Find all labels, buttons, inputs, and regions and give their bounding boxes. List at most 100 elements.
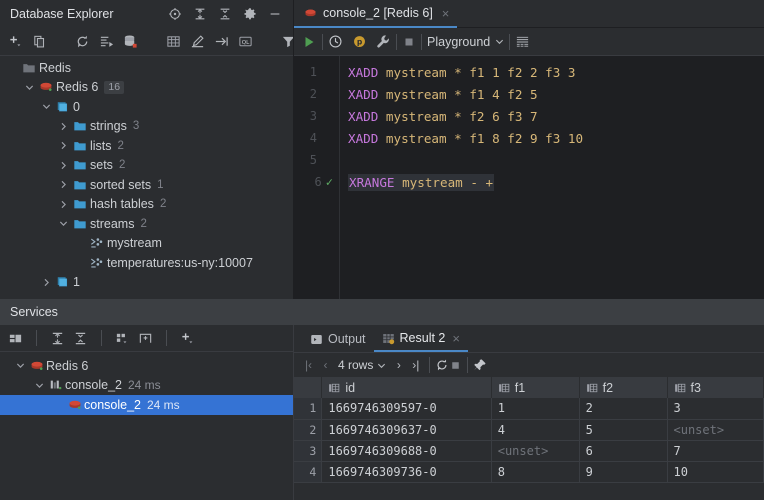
tree-item-strings[interactable]: strings3 bbox=[0, 117, 293, 137]
data-source-properties-icon[interactable] bbox=[123, 34, 138, 49]
tree-expand-arrow[interactable] bbox=[57, 141, 70, 150]
refresh-icon[interactable] bbox=[435, 358, 449, 372]
collapse-all-icon[interactable] bbox=[218, 7, 232, 21]
column-header-f1[interactable]: f1 bbox=[491, 377, 579, 398]
output-grid-icon[interactable] bbox=[515, 34, 530, 49]
cell-f1[interactable]: <unset> bbox=[491, 440, 579, 461]
cell-id[interactable]: 1669746309597-0 bbox=[322, 398, 491, 419]
cell-f2[interactable]: 9 bbox=[579, 461, 667, 482]
history-icon[interactable] bbox=[328, 34, 343, 49]
tree-expand-arrow[interactable] bbox=[23, 83, 36, 92]
code-line[interactable]: XADD mystream * f1 8 f2 9 f3 10 bbox=[348, 127, 764, 149]
tree-item-hash-tables[interactable]: hash tables2 bbox=[0, 195, 293, 215]
wrench-icon[interactable] bbox=[376, 34, 391, 49]
layout-icon[interactable] bbox=[8, 331, 23, 346]
locate-icon[interactable] bbox=[168, 7, 182, 21]
column-header-id[interactable]: id bbox=[322, 377, 491, 398]
code-content[interactable]: XADD mystream * f1 1 f2 2 f3 3XADD mystr… bbox=[340, 56, 764, 299]
ql-icon[interactable]: QL bbox=[238, 34, 253, 49]
table-row[interactable]: 21669746309637-045<unset> bbox=[294, 419, 764, 440]
table-row[interactable]: 11669746309597-0123 bbox=[294, 398, 764, 419]
run-icon[interactable] bbox=[301, 34, 317, 50]
first-page-button[interactable]: |‹ bbox=[300, 358, 317, 372]
tree-expand-arrow[interactable] bbox=[57, 200, 70, 209]
service-item-console-2[interactable]: console_224 ms bbox=[0, 395, 293, 415]
service-item-console-2[interactable]: console_224 ms bbox=[0, 376, 293, 396]
tree-expand-arrow[interactable] bbox=[33, 381, 46, 390]
cell-id[interactable]: 1669746309736-0 bbox=[322, 461, 491, 482]
column-header-f3[interactable]: f3 bbox=[667, 377, 764, 398]
result-grid[interactable]: idf1f2f3 11669746309597-0123216697463096… bbox=[294, 377, 764, 500]
tree-expand-arrow[interactable] bbox=[57, 122, 70, 131]
expand-all-icon[interactable] bbox=[50, 331, 65, 346]
last-page-button[interactable]: ›| bbox=[407, 358, 424, 372]
cell-id[interactable]: 1669746309637-0 bbox=[322, 419, 491, 440]
code-editor[interactable]: 123456✓ XADD mystream * f1 1 f2 2 f3 3XA… bbox=[294, 56, 764, 299]
schema-selector[interactable]: Playground bbox=[427, 35, 504, 49]
tree-item-temperatures-us-ny-10007[interactable]: temperatures:us-ny:10007 bbox=[0, 253, 293, 273]
tree-expand-arrow[interactable] bbox=[40, 278, 53, 287]
tree-item-mystream[interactable]: mystream bbox=[0, 234, 293, 254]
playground-badge-icon[interactable]: p bbox=[352, 34, 367, 49]
cell-id[interactable]: 1669746309688-0 bbox=[322, 440, 491, 461]
column-header-f2[interactable]: f2 bbox=[579, 377, 667, 398]
copy-icon[interactable] bbox=[32, 34, 47, 49]
add-icon[interactable] bbox=[8, 34, 23, 49]
editor-tab-console2[interactable]: console_2 [Redis 6] × bbox=[294, 0, 457, 28]
result-tab-result-2[interactable]: Result 2× bbox=[374, 326, 468, 352]
cell-f3[interactable]: 7 bbox=[667, 440, 764, 461]
tree-item-lists[interactable]: lists2 bbox=[0, 136, 293, 156]
rows-count-selector[interactable]: 4 rows bbox=[338, 358, 386, 372]
cell-f1[interactable]: 1 bbox=[491, 398, 579, 419]
cell-f1[interactable]: 4 bbox=[491, 419, 579, 440]
code-line[interactable]: XADD mystream * f2 6 f3 7 bbox=[348, 105, 764, 127]
tree-item-0[interactable]: 0 bbox=[0, 97, 293, 117]
add-icon[interactable] bbox=[180, 331, 195, 346]
cell-f3[interactable]: <unset> bbox=[667, 419, 764, 440]
tree-expand-arrow[interactable] bbox=[57, 219, 70, 228]
tree-item-redis-6[interactable]: Redis 616 bbox=[0, 78, 293, 98]
code-line[interactable] bbox=[348, 149, 764, 171]
tree-expand-arrow[interactable] bbox=[40, 102, 53, 111]
code-line[interactable]: XADD mystream * f1 4 f2 5 bbox=[348, 83, 764, 105]
minimize-icon[interactable] bbox=[268, 7, 282, 21]
table-icon[interactable] bbox=[166, 34, 181, 49]
table-row[interactable]: 41669746309736-08910 bbox=[294, 461, 764, 482]
tree-item-redis[interactable]: Redis bbox=[0, 58, 293, 78]
code-line[interactable]: XADD mystream * f1 1 f2 2 f3 3 bbox=[348, 61, 764, 83]
next-page-button[interactable]: › bbox=[390, 358, 407, 372]
gear-icon[interactable] bbox=[243, 7, 257, 21]
service-item-redis-6[interactable]: Redis 6 bbox=[0, 356, 293, 376]
new-tab-icon[interactable] bbox=[138, 331, 153, 346]
table-row[interactable]: 31669746309688-0<unset>67 bbox=[294, 440, 764, 461]
cell-f2[interactable]: 5 bbox=[579, 419, 667, 440]
refresh-icon[interactable] bbox=[75, 34, 90, 49]
cell-f1[interactable]: 8 bbox=[491, 461, 579, 482]
code-line[interactable]: XRANGE mystream - + bbox=[348, 171, 764, 193]
cell-f2[interactable]: 2 bbox=[579, 398, 667, 419]
group-icon[interactable] bbox=[115, 331, 130, 346]
jump-to-icon[interactable] bbox=[214, 34, 229, 49]
modify-icon[interactable] bbox=[190, 34, 205, 49]
run-script-icon[interactable] bbox=[99, 34, 114, 49]
prev-page-button[interactable]: ‹ bbox=[317, 358, 334, 372]
pin-icon[interactable] bbox=[473, 358, 487, 372]
close-icon[interactable]: × bbox=[452, 331, 460, 346]
tree-expand-arrow[interactable] bbox=[14, 361, 27, 370]
tree-item-sorted-sets[interactable]: sorted sets1 bbox=[0, 175, 293, 195]
cell-f2[interactable]: 6 bbox=[579, 440, 667, 461]
expand-all-icon[interactable] bbox=[193, 7, 207, 21]
cell-f3[interactable]: 10 bbox=[667, 461, 764, 482]
tree-expand-arrow[interactable] bbox=[57, 180, 70, 189]
tree-expand-arrow[interactable] bbox=[57, 161, 70, 170]
tree-item-streams[interactable]: streams2 bbox=[0, 214, 293, 234]
tree-item-1[interactable]: 1 bbox=[0, 273, 293, 293]
result-tab-output[interactable]: Output bbox=[302, 326, 374, 352]
services-tree[interactable]: Redis 6console_224 msconsole_224 ms bbox=[0, 352, 293, 500]
database-tree[interactable]: RedisRedis 6160strings3lists2sets2sorted… bbox=[0, 56, 293, 299]
tree-item-sets[interactable]: sets2 bbox=[0, 156, 293, 176]
collapse-all-icon[interactable] bbox=[73, 331, 88, 346]
cell-f3[interactable]: 3 bbox=[667, 398, 764, 419]
result-table-body[interactable]: 11669746309597-012321669746309637-045<un… bbox=[294, 398, 764, 482]
close-icon[interactable]: × bbox=[442, 6, 450, 21]
